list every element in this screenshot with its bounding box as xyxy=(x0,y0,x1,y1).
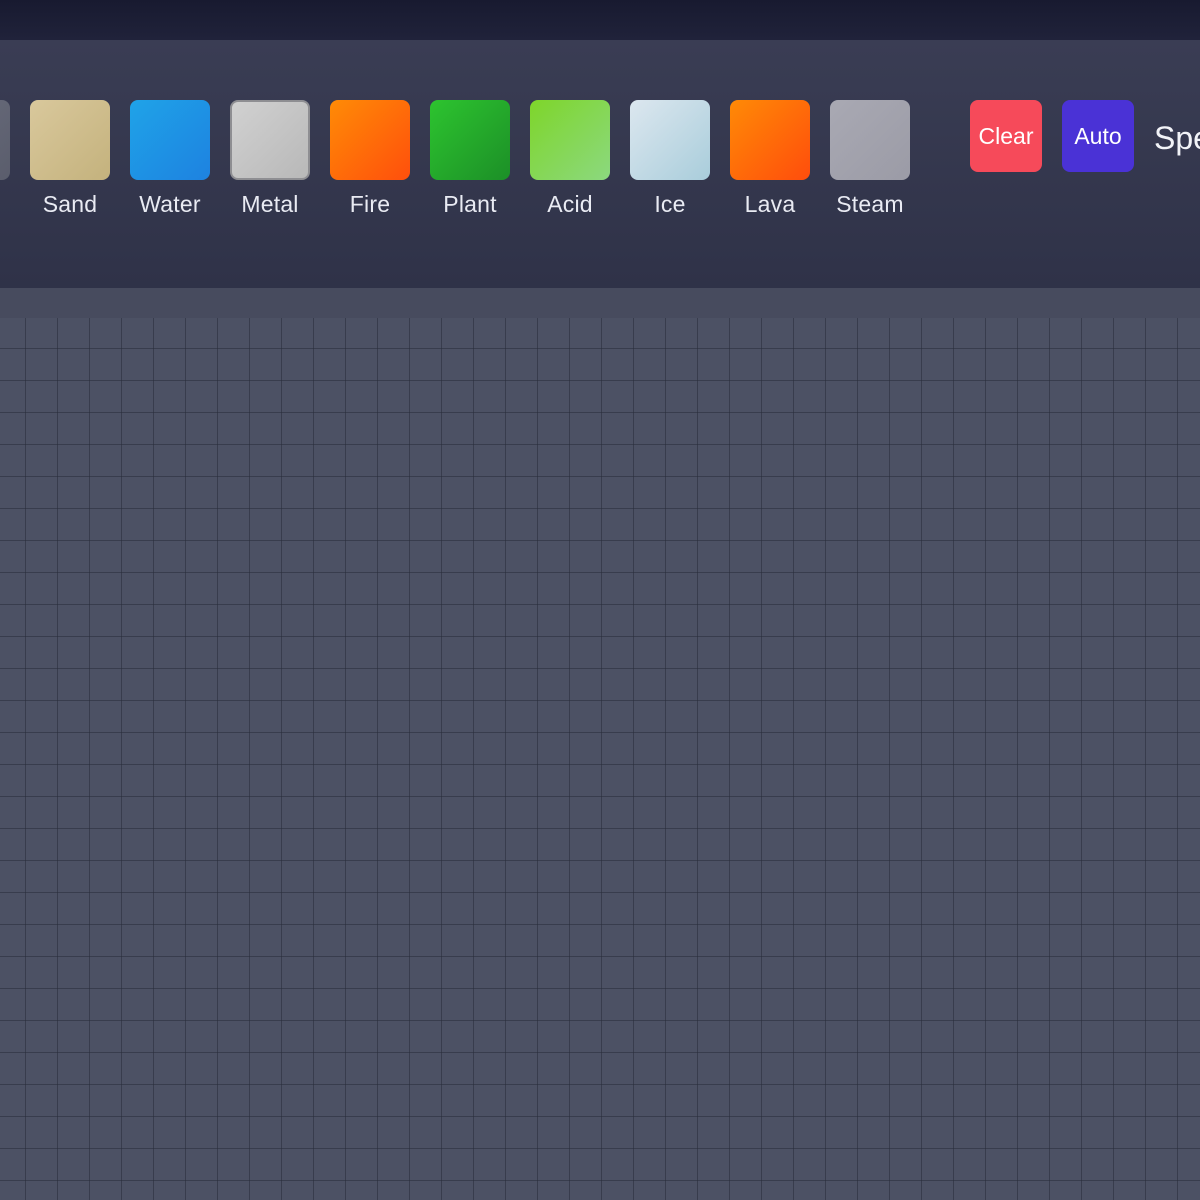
material-plant[interactable]: Plant xyxy=(430,100,510,230)
material-swatch xyxy=(0,100,10,180)
speed-label: Speed xyxy=(1154,120,1200,156)
material-swatch xyxy=(530,100,610,180)
simulation-canvas[interactable] xyxy=(0,318,1200,1200)
material-label: Plant xyxy=(443,191,497,217)
material-swatch xyxy=(630,100,710,180)
material-fire[interactable]: Fire xyxy=(330,100,410,230)
material-ice[interactable]: Ice xyxy=(630,100,710,230)
material-water[interactable]: Water xyxy=(130,100,210,230)
material-swatch xyxy=(230,100,310,180)
auto-button[interactable]: Auto xyxy=(1062,100,1134,172)
material-label: Metal xyxy=(241,191,299,217)
canvas-header-strip xyxy=(0,288,1200,318)
material-lava[interactable]: Lava xyxy=(730,100,810,230)
material-steam[interactable]: Steam xyxy=(830,100,910,230)
material-label: Sand xyxy=(42,191,98,217)
material-label: Water xyxy=(139,191,201,217)
material-label: Fire xyxy=(349,191,391,217)
material-swatch xyxy=(30,100,110,180)
material-acid[interactable]: Acid xyxy=(530,100,610,230)
material-swatch xyxy=(730,100,810,180)
material-swatch xyxy=(830,100,910,180)
material-swatch xyxy=(130,100,210,180)
material-toolbar: Sand Water Metal Fire Plant Acid Ice Lav… xyxy=(0,40,1200,288)
material-label: Steam xyxy=(836,191,904,217)
material-label: Ice xyxy=(654,191,686,217)
material-swatch xyxy=(430,100,510,180)
material-prev[interactable] xyxy=(0,100,10,230)
material-metal[interactable]: Metal xyxy=(230,100,310,230)
material-label: Lava xyxy=(744,191,796,217)
top-bar xyxy=(0,0,1200,40)
material-swatch xyxy=(330,100,410,180)
material-sand[interactable]: Sand xyxy=(30,100,110,230)
material-label: Acid xyxy=(547,191,593,217)
clear-button[interactable]: Clear xyxy=(970,100,1042,172)
